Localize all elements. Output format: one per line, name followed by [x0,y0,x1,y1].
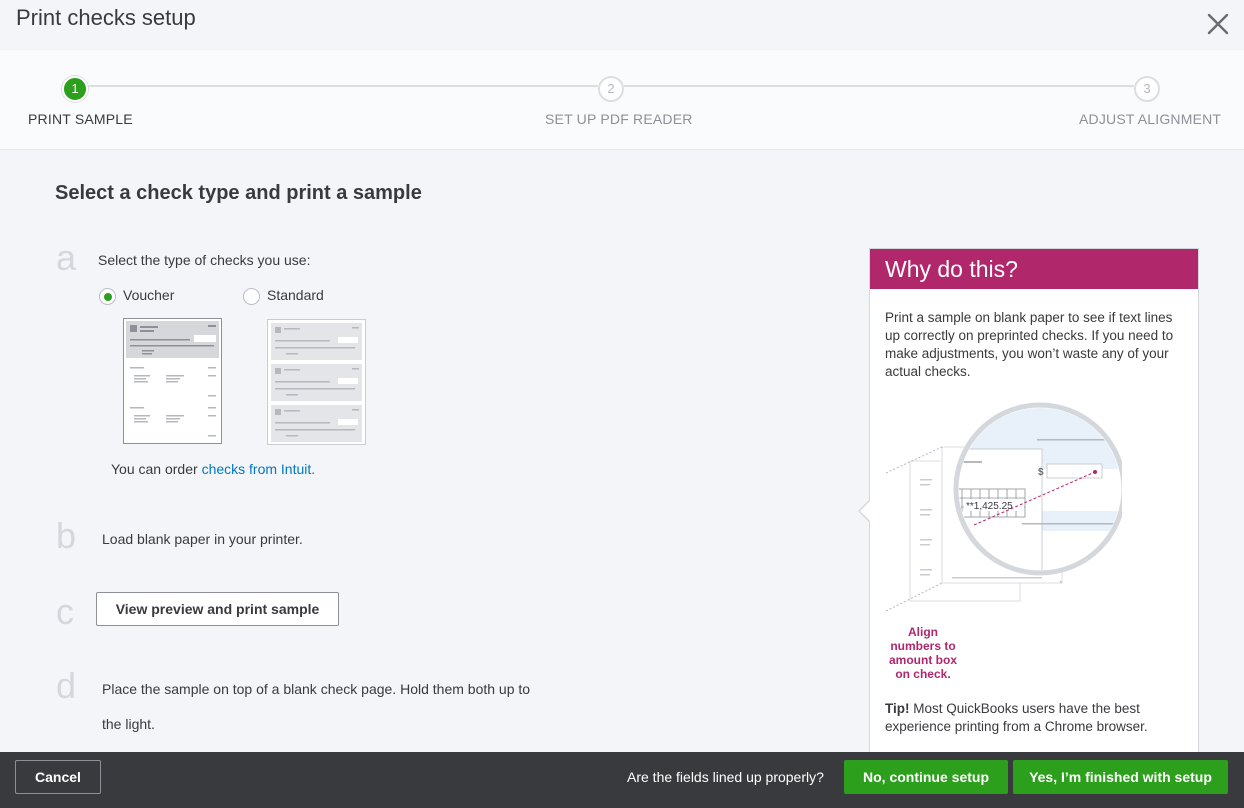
standard-radio[interactable] [243,288,260,305]
step-2-label: SET UP PDF READER [545,111,693,127]
why-do-this-panel: Why do this? Print a sample on blank pap… [869,248,1199,758]
tip-text: Most QuickBooks users have the best expe… [885,701,1148,734]
voucher-check-thumbnail[interactable] [123,318,222,444]
checks-from-intuit-link[interactable]: checks from Intuit. [202,461,316,477]
alignment-illustration: **1,425.25 $ [882,399,1127,626]
step-d-instruction-line1: Place the sample on top of a blank check… [102,681,531,697]
dialog-title: Print checks setup [16,5,196,30]
step-b-instruction: Load blank paper in your printer. [102,531,303,547]
why-panel-tip: Tip! Most QuickBooks users have the best… [885,700,1190,736]
close-icon[interactable] [1205,11,1231,37]
stepper-connector [624,85,1134,87]
order-checks-text: You can order checks from Intuit. [111,461,315,477]
stepper-connector [88,85,598,87]
step-letter-c: c [56,591,74,632]
standard-check-thumbnail[interactable] [267,319,366,445]
voucher-radio-label[interactable]: Voucher [123,287,174,303]
view-preview-print-sample-button[interactable]: View preview and print sample [96,592,339,626]
no-continue-setup-button[interactable]: No, continue setup [844,760,1008,794]
step-a-instruction: Select the type of checks you use: [98,252,311,268]
step-3-label: ADJUST ALIGNMENT [1079,111,1222,127]
standard-radio-label[interactable]: Standard [267,287,324,303]
dialog-footer: Cancel Are the fields lined up properly?… [0,752,1244,808]
step-1-label: PRINT SAMPLE [28,111,133,127]
illustration-dollar-sign: $ [1038,467,1044,478]
step-letter-d: d [56,665,77,706]
illustration-amount: **1,425.25 [966,501,1013,512]
voucher-radio[interactable] [99,288,116,305]
why-panel-body: Print a sample on blank paper to see if … [885,310,1174,379]
tip-label: Tip! [885,701,910,716]
step-d-instruction-line2: the light. [102,716,155,732]
dialog-header: Print checks setup [0,0,1244,50]
step-letter-b: b [56,515,77,556]
yes-finished-setup-button[interactable]: Yes, I’m finished with setup [1013,760,1228,794]
step-1-indicator: 1 [62,76,88,102]
cancel-button[interactable]: Cancel [15,760,101,794]
step-3-indicator: 3 [1134,76,1160,102]
alignment-question: Are the fields lined up properly? [627,769,824,785]
step-2-indicator: 2 [598,76,624,102]
alignment-caption: Align numbers to amount box on check. [889,625,957,681]
setup-stepper: 1 PRINT SAMPLE 2 SET UP PDF READER 3 ADJ… [0,50,1244,150]
order-checks-prefix: You can order [111,461,202,477]
step-letter-a: a [56,237,77,278]
page-heading: Select a check type and print a sample [55,182,422,204]
why-panel-title: Why do this? [870,249,1198,289]
why-panel-pointer-fill [860,501,870,521]
